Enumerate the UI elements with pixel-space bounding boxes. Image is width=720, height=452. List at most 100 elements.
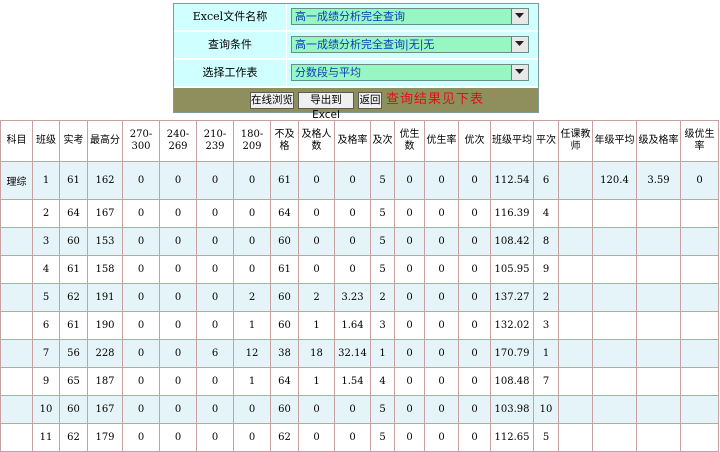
chevron-down-icon[interactable]: [511, 65, 528, 80]
header-cell: 及格人数: [298, 120, 335, 162]
table-cell: 0: [394, 395, 425, 424]
table-cell: [558, 161, 593, 200]
header-cell: 240-269: [159, 120, 197, 162]
table-cell: 1: [533, 339, 559, 368]
header-cell: 及格率: [334, 120, 371, 162]
table-cell: 6: [533, 161, 559, 200]
table-cell: 0: [424, 367, 459, 396]
table-cell: 0: [196, 161, 234, 200]
header-cell: 及次: [370, 120, 395, 162]
table-cell: 179: [87, 423, 123, 452]
header-cell: 班级平均: [490, 120, 534, 162]
back-button[interactable]: 返回: [358, 92, 382, 109]
table-cell: [592, 395, 637, 424]
table-cell: 62: [59, 283, 88, 312]
export-excel-button[interactable]: 导出到Excel: [298, 92, 354, 121]
table-cell: [558, 423, 593, 452]
table-cell: 6: [32, 311, 60, 340]
header-cell: 优生率: [424, 120, 459, 162]
table-cell: 1: [370, 339, 395, 368]
table-cell: 162: [87, 161, 123, 200]
table-cell: 4: [32, 255, 60, 284]
table-cell: 1.54: [334, 367, 371, 396]
table-cell: 0: [458, 395, 491, 424]
table-cell: [558, 227, 593, 256]
table-cell: 1: [32, 161, 60, 200]
table-cell: 60: [59, 395, 88, 424]
chevron-down-icon[interactable]: [511, 9, 528, 24]
condition-row: 查询条件 高一成绩分析完全查询|无|无: [174, 32, 538, 58]
table-cell: 0: [394, 283, 425, 312]
table-cell: [558, 199, 593, 228]
header-cell: 180-209: [233, 120, 271, 162]
table-cell: 0: [196, 367, 234, 396]
table-cell: [0, 423, 33, 452]
table-cell: 0: [233, 227, 271, 256]
header-cell: 最高分: [87, 120, 123, 162]
query-panel: Excel文件名称 高一成绩分析完全查询 查询条件 高一成绩分析完全查询|无|无…: [173, 3, 539, 121]
table-cell: 0: [233, 161, 271, 200]
table-row: 2 64 167 0 0 0 0 64 0 0 5 0 0 0 116.39 4: [0, 199, 719, 228]
table-cell: [0, 395, 33, 424]
table-cell: 0: [159, 161, 197, 200]
table-cell: 8: [533, 227, 559, 256]
table-cell: 0: [334, 199, 371, 228]
table-cell: [558, 283, 593, 312]
table-cell: 167: [87, 199, 123, 228]
table-row: 9 65 187 0 0 0 1 64 1 1.54 4 0 0 0 108.48 7: [0, 367, 719, 396]
table-cell: [558, 395, 593, 424]
table-cell: 0: [424, 423, 459, 452]
table-cell: [0, 227, 33, 256]
header-cell: 班级: [32, 120, 60, 162]
table-cell: 103.98: [490, 395, 534, 424]
table-cell: 0: [394, 339, 425, 368]
worksheet-select[interactable]: 分数段与平均: [291, 64, 529, 81]
table-body: 理综 1 61 162 0 0 0 0 61 0 0 5 0 0 0 112.54 6 120.4 3.59 0 2 64…: [0, 161, 719, 452]
header-cell: 级优生率: [680, 120, 719, 162]
table-cell: 理综: [0, 161, 33, 200]
table-row: 10 60 167 0 0 0 0 60 0 0 5 0 0 0 103.98 10: [0, 395, 719, 424]
table-cell: 64: [270, 367, 299, 396]
table-cell: 0: [196, 227, 234, 256]
table-cell: 0: [424, 283, 459, 312]
table-row: 5 62 191 0 0 0 2 60 2 3.23 2 0 0 0 137.27 2: [0, 283, 719, 312]
table-cell: [0, 311, 33, 340]
table-cell: 0: [424, 395, 459, 424]
header-cell: 科目: [0, 120, 33, 162]
header-cell: 270-300: [122, 120, 160, 162]
table-cell: [680, 283, 719, 312]
table-cell: 0: [159, 255, 197, 284]
table-row: 4 61 158 0 0 0 0 61 0 0 5 0 0 0 105.95 9: [0, 255, 719, 284]
table-cell: 6: [196, 339, 234, 368]
header-cell: 级及格率: [636, 120, 681, 162]
table-cell: 0: [122, 161, 160, 200]
header-cell: 优次: [458, 120, 491, 162]
browse-online-button[interactable]: 在线浏览: [250, 92, 294, 109]
table-cell: 170.79: [490, 339, 534, 368]
table-cell: [636, 227, 681, 256]
table-cell: 5: [370, 395, 395, 424]
table-cell: [592, 227, 637, 256]
table-cell: [680, 311, 719, 340]
table-cell: 0: [159, 395, 197, 424]
table-cell: [636, 367, 681, 396]
table-cell: [680, 367, 719, 396]
table-cell: 0: [233, 199, 271, 228]
table-cell: 12: [233, 339, 271, 368]
table-cell: 0: [394, 423, 425, 452]
table-cell: [592, 255, 637, 284]
file-select[interactable]: 高一成绩分析完全查询: [291, 8, 529, 25]
table-cell: [636, 339, 681, 368]
table-cell: 0: [334, 423, 371, 452]
table-cell: 0: [458, 255, 491, 284]
table-cell: 0: [334, 255, 371, 284]
chevron-down-icon[interactable]: [511, 37, 528, 52]
table-cell: 105.95: [490, 255, 534, 284]
condition-select[interactable]: 高一成绩分析完全查询|无|无: [291, 36, 529, 53]
table-cell: 64: [270, 199, 299, 228]
header-cell: 任课教师: [558, 120, 593, 162]
table-cell: 0: [122, 227, 160, 256]
table-cell: 0: [196, 395, 234, 424]
table-cell: 4: [370, 367, 395, 396]
table-cell: 0: [298, 199, 335, 228]
